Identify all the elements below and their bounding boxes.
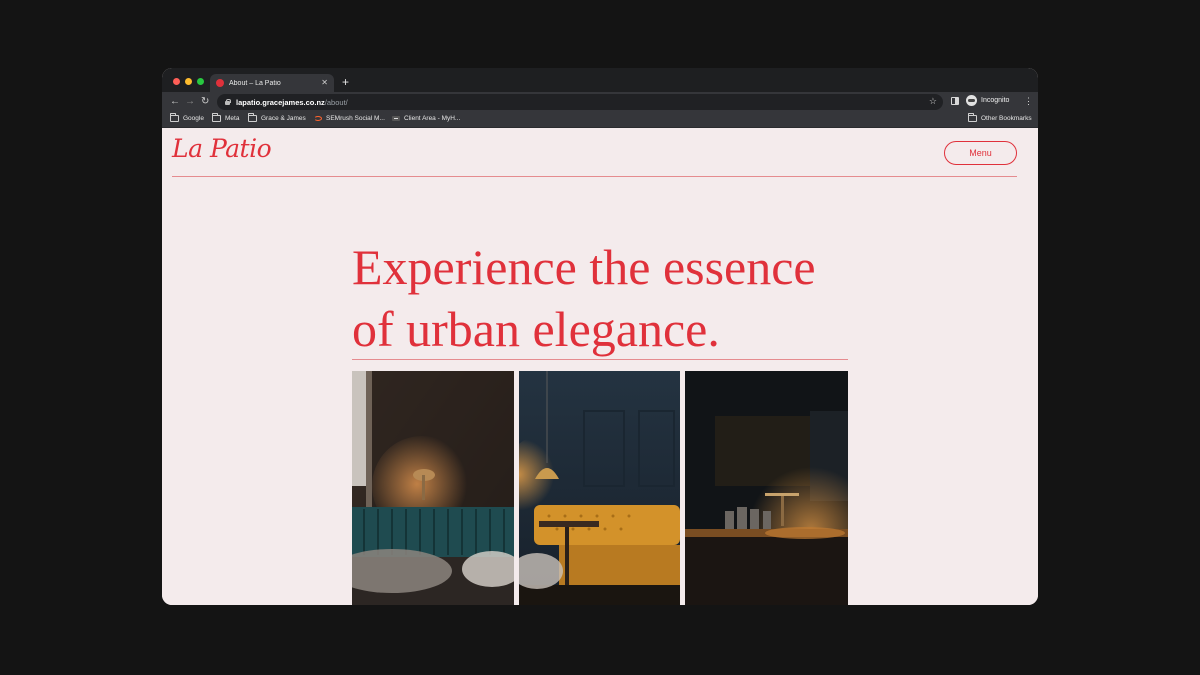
maximize-window-button[interactable]	[197, 78, 204, 85]
kebab-menu-icon[interactable]: ⋮	[1024, 96, 1033, 106]
menu-button[interactable]: Menu	[944, 141, 1017, 165]
folder-icon	[212, 113, 221, 122]
mustard-booth-illustration	[519, 371, 680, 605]
url-host: lapatio.gracejames.co.nz	[236, 97, 325, 107]
browser-toolbar: ← → ↻ lapatio.gracejames.co.nz/about/ ☆ …	[162, 92, 1038, 112]
new-tab-button[interactable]: +	[342, 76, 349, 88]
client-area-icon	[392, 116, 400, 121]
back-arrow-icon[interactable]: ←	[170, 95, 180, 109]
interior-photo-mustard-booth	[519, 371, 680, 605]
bookmarks-bar: Google Meta Grace & James SEMrush Social…	[162, 112, 1038, 128]
bookmark-other[interactable]: Other Bookmarks	[968, 113, 1032, 122]
tab-title: About – La Patio	[229, 79, 281, 87]
bookmark-meta[interactable]: Meta	[212, 113, 240, 122]
interior-photo-teal-booth	[352, 371, 514, 605]
web-page: La Patio Menu Experience the essence of …	[162, 128, 1038, 605]
interior-photo-bar	[685, 371, 848, 605]
bookmark-label: Client Area - MyH...	[404, 115, 461, 122]
bookmark-grace-james[interactable]: Grace & James	[248, 113, 306, 122]
star-icon[interactable]: ☆	[929, 96, 937, 107]
folder-icon	[248, 113, 257, 122]
url-path: /about/	[324, 97, 348, 107]
bookmark-client-area[interactable]: Client Area - MyH...	[392, 115, 460, 122]
bookmark-label: SEMrush Social M...	[326, 115, 385, 122]
bookmark-google[interactable]: Google	[170, 113, 204, 122]
profile-label: Incognito	[981, 97, 1010, 104]
reload-icon[interactable]: ↻	[201, 95, 209, 109]
site-logo[interactable]: La Patio	[172, 134, 272, 163]
bookmark-label: Other Bookmarks	[981, 115, 1032, 122]
bar-illustration	[685, 371, 848, 605]
lock-icon[interactable]	[225, 99, 231, 105]
site-favicon-icon	[216, 79, 224, 87]
teal-booth-illustration	[352, 371, 514, 605]
semrush-icon	[314, 116, 322, 121]
folder-icon	[170, 113, 179, 122]
bookmark-label: Grace & James	[261, 115, 306, 122]
window-controls	[173, 78, 204, 85]
side-panel-icon[interactable]	[951, 97, 959, 105]
headline-divider	[352, 359, 848, 360]
minimize-window-button[interactable]	[185, 78, 192, 85]
bookmark-semrush[interactable]: SEMrush Social M...	[314, 115, 385, 122]
forward-arrow-icon[interactable]: →	[185, 95, 195, 109]
header-divider	[172, 176, 1017, 177]
tab-strip: About – La Patio ✕ +	[162, 68, 1038, 92]
tab-close-icon[interactable]: ✕	[321, 79, 328, 87]
address-bar[interactable]: lapatio.gracejames.co.nz/about/ ☆	[217, 94, 943, 110]
active-tab[interactable]: About – La Patio ✕	[210, 74, 334, 92]
url-text[interactable]: lapatio.gracejames.co.nz/about/	[236, 98, 348, 107]
close-window-button[interactable]	[173, 78, 180, 85]
browser-window: About – La Patio ✕ + ← → ↻ lapatio.grace…	[162, 68, 1038, 605]
incognito-icon	[966, 95, 977, 106]
page-headline: Experience the essence of urban elegance…	[352, 239, 816, 357]
bookmark-label: Google	[183, 115, 204, 122]
profile-button[interactable]: Incognito	[966, 95, 1009, 106]
bookmark-label: Meta	[225, 115, 240, 122]
folder-icon	[968, 113, 977, 122]
